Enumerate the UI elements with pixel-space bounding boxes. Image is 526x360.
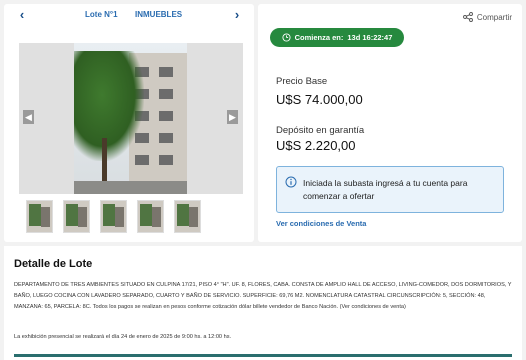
base-price-label: Precio Base [276,76,328,87]
share-button[interactable]: Compartir [462,12,512,22]
photo-gallery: ◀ ▶ [19,43,243,194]
share-icon [462,12,473,22]
tree-image [74,51,144,161]
lot-navigation: ‹ Lote N°1 INMUEBLES › [4,4,254,28]
previous-lot-chevron-left-icon[interactable]: ‹ [15,8,29,22]
page: ‹ Lote N°1 INMUEBLES › ◀ ▶ Compartir Com… [0,0,526,360]
thumbnail-strip [26,200,201,233]
lot-detail-title: Detalle de Lote [14,258,93,270]
thumbnail-2[interactable] [63,200,90,233]
sale-conditions-link[interactable]: Ver condiciones de Venta [276,219,366,228]
auction-notice-box: Iniciada la subasta ingresá a tu cuenta … [276,166,504,213]
lot-gallery-card: ‹ Lote N°1 INMUEBLES › ◀ ▶ [4,4,254,242]
base-price-value: U$S 74.000,00 [276,92,363,107]
lot-info-card: Compartir Comienza en: 13d 16:22:47 Prec… [258,4,522,242]
gallery-prev-arrow-icon[interactable]: ◀ [23,110,34,124]
thumbnail-3[interactable] [100,200,127,233]
lot-category-link[interactable]: INMUEBLES [135,10,182,19]
gallery-next-arrow-icon[interactable]: ▶ [227,110,238,124]
countdown-label: Comienza en: [294,33,344,42]
thumbnail-4[interactable] [137,200,164,233]
thumbnail-1[interactable] [26,200,53,233]
auction-notice-text: Iniciada la subasta ingresá a tu cuenta … [303,178,468,201]
info-icon [285,176,297,188]
street-image [74,181,187,194]
exhibition-info: La exhibición presencial se realizará el… [14,334,232,340]
auction-countdown-badge: Comienza en: 13d 16:22:47 [270,28,404,47]
lot-detail-section: Detalle de Lote DEPARTAMENTO DE TRES AMB… [4,246,522,360]
section-divider-bar [14,354,512,357]
lot-description: DEPARTAMENTO DE TRES AMBIENTES SITUADO E… [14,282,512,310]
countdown-value: 13d 16:22:47 [347,33,393,42]
share-label: Compartir [476,12,512,22]
lot-number-label: Lote N°1 [85,10,118,19]
thumbnail-5[interactable] [174,200,201,233]
deposit-value: U$S 2.220,00 [276,138,356,153]
deposit-label: Depósito en garantía [276,125,365,136]
main-property-photo[interactable] [74,43,187,194]
clock-icon [282,33,291,42]
next-lot-chevron-right-icon[interactable]: › [230,8,244,22]
